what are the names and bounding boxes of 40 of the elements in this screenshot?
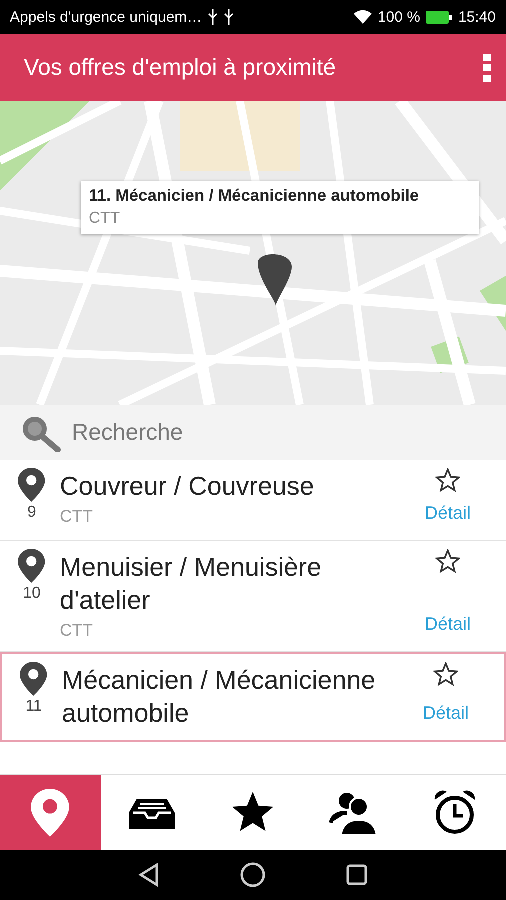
- home-button[interactable]: [240, 862, 266, 888]
- clock-text: 15:40: [458, 8, 496, 26]
- favorite-button[interactable]: [435, 549, 461, 574]
- recents-button[interactable]: [346, 864, 368, 886]
- job-title: Couvreur / Couvreuse: [60, 470, 316, 503]
- back-button[interactable]: [138, 863, 160, 887]
- wifi-icon: [354, 10, 372, 24]
- job-title: Menuisier / Menuisière d'atelier: [60, 551, 323, 617]
- alarm-clock-icon: [433, 790, 478, 836]
- star-outline-icon: [433, 662, 459, 687]
- battery-percent: 100 %: [378, 8, 420, 26]
- job-list-item[interactable]: 11 Mécanicien / Mécanicienne automobile Détail: [0, 652, 506, 742]
- company-name: CTT: [60, 621, 94, 641]
- job-list-item[interactable]: 10 Menuisier / Menuisière d'atelier CTT Détail: [0, 541, 506, 652]
- search-bar[interactable]: Recherche: [0, 405, 506, 460]
- info-title: 11. Mécanicien / Mécanicienne automobile: [89, 187, 420, 206]
- battery-icon: [426, 10, 452, 24]
- search-field[interactable]: Recherche: [70, 418, 486, 447]
- job-list-item[interactable]: 9 Couvreur / Couvreuse CTT Détail: [0, 460, 506, 541]
- favorite-button[interactable]: [435, 468, 461, 493]
- star-icon: [231, 792, 275, 834]
- more-menu-icon[interactable]: [482, 52, 492, 82]
- map-pin-icon: [31, 788, 70, 836]
- inbox-tray-icon: [128, 796, 175, 828]
- favorite-button[interactable]: [433, 662, 459, 687]
- job-number: 11: [26, 698, 42, 716]
- map-pin-icon: [20, 662, 48, 696]
- map-pin-icon: [18, 468, 46, 502]
- map-pin-icon: [18, 549, 46, 583]
- job-number: 9: [28, 504, 36, 522]
- carrier-text: Appels d'urgence uniquem…: [10, 8, 202, 26]
- info-subtitle: CTT: [89, 210, 122, 228]
- app-title: Vos offres d'emploi à proximité: [24, 54, 338, 81]
- usb-icon: [208, 9, 218, 25]
- job-title: Mécanicien / Mécanicienne automobile: [62, 664, 377, 730]
- star-outline-icon: [435, 549, 461, 574]
- company-name: CTT: [60, 507, 94, 527]
- usb-icon: [224, 9, 234, 25]
- job-number: 10: [23, 585, 41, 603]
- star-outline-icon: [435, 468, 461, 493]
